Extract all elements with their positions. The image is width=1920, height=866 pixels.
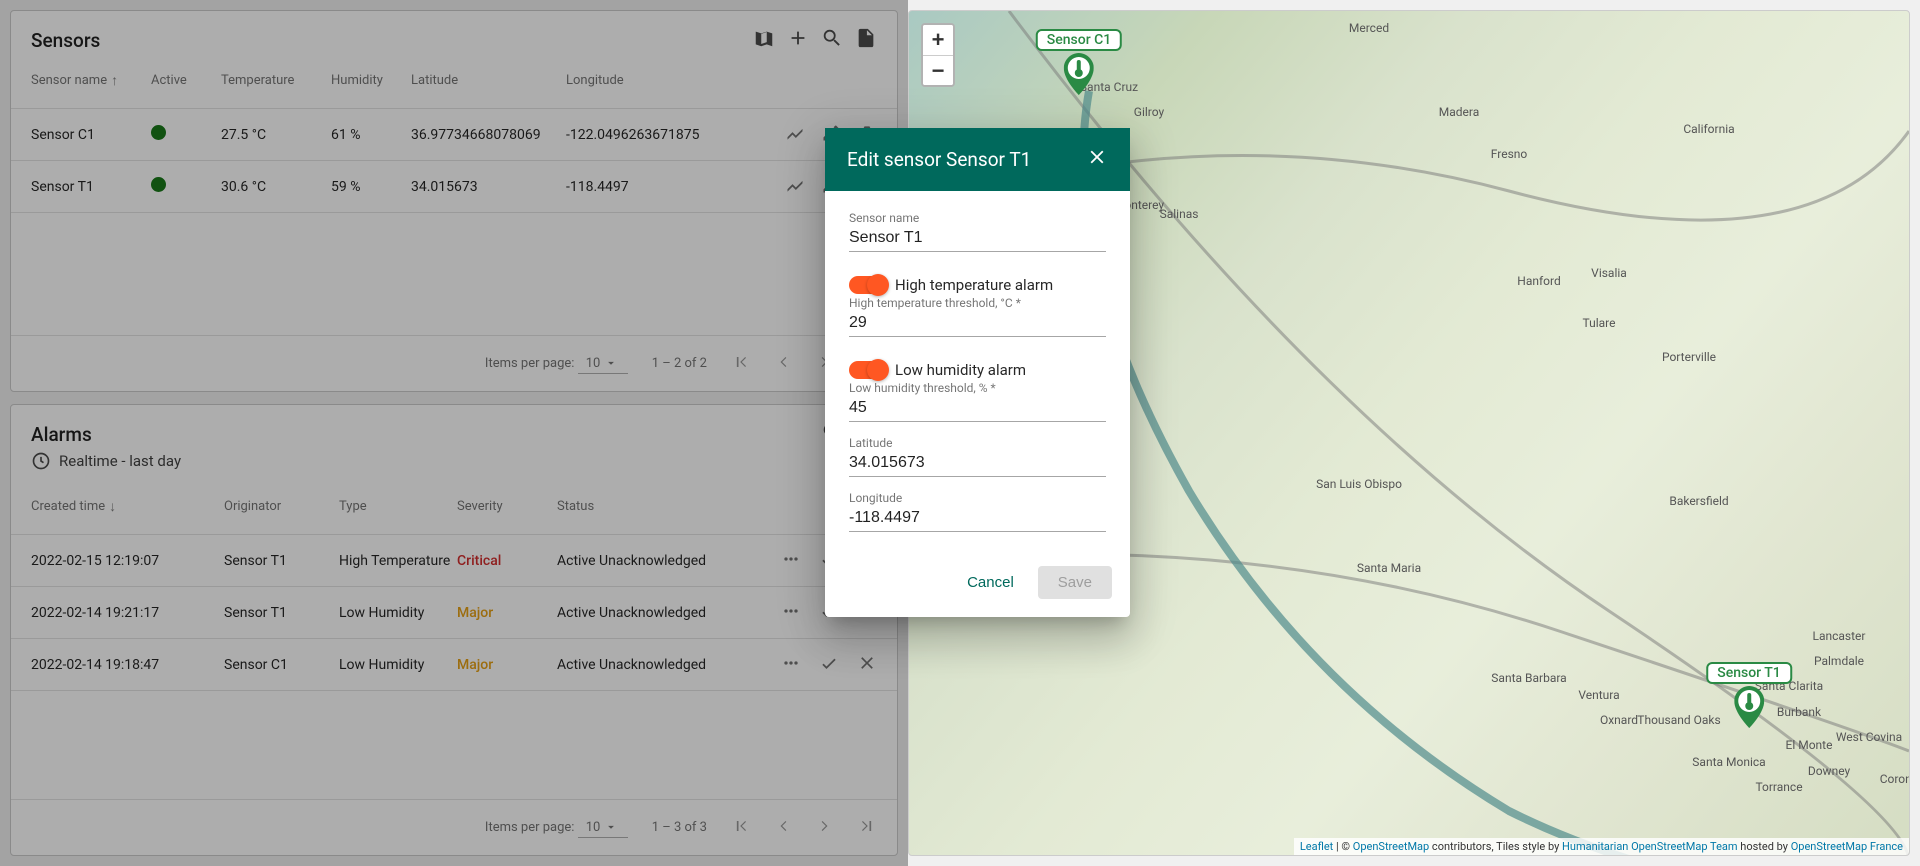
dialog-title: Edit sensor Sensor T1 [847,148,1031,171]
sensor-name-input[interactable] [849,225,1106,252]
thermometer-pin-icon [1734,686,1764,728]
low-humidity-threshold-input[interactable] [849,395,1106,422]
high-temp-threshold-label: High temperature threshold, °C * [849,296,1106,310]
map-marker[interactable]: Sensor T1 [1706,662,1792,728]
hot-link[interactable]: Humanitarian OpenStreetMap Team [1562,840,1738,853]
longitude-input[interactable] [849,505,1106,532]
leaflet-link[interactable]: Leaflet [1300,840,1333,853]
zoom-in-button[interactable]: + [923,25,953,55]
latitude-input[interactable] [849,450,1106,477]
cancel-button[interactable]: Cancel [953,566,1028,599]
low-humidity-toggle[interactable] [849,361,885,379]
map-marker[interactable]: Sensor C1 [1036,29,1122,95]
high-temp-threshold-input[interactable] [849,310,1106,337]
high-temp-toggle-label: High temperature alarm [895,276,1053,294]
high-temp-toggle[interactable] [849,276,885,294]
map-attribution: Leaflet | © OpenStreetMap contributors, … [1294,838,1909,855]
osmfr-link[interactable]: OpenStreetMap France [1791,840,1903,853]
latitude-label: Latitude [849,436,1106,450]
sensor-name-label: Sensor name [849,211,1106,225]
edit-sensor-dialog: Edit sensor Sensor T1 Sensor name High t… [825,128,1130,617]
low-humidity-toggle-label: Low humidity alarm [895,361,1026,379]
osm-link[interactable]: OpenStreetMap [1353,840,1429,853]
map-zoom-controls: + − [921,23,955,87]
thermometer-pin-icon [1064,53,1094,95]
longitude-label: Longitude [849,491,1106,505]
save-button[interactable]: Save [1038,566,1112,599]
zoom-out-button[interactable]: − [923,55,953,85]
modal-scrim[interactable] [0,0,908,866]
marker-label: Sensor T1 [1706,662,1792,684]
low-humidity-threshold-label: Low humidity threshold, % * [849,381,1106,395]
marker-label: Sensor C1 [1036,29,1122,51]
close-icon[interactable] [1086,146,1108,173]
